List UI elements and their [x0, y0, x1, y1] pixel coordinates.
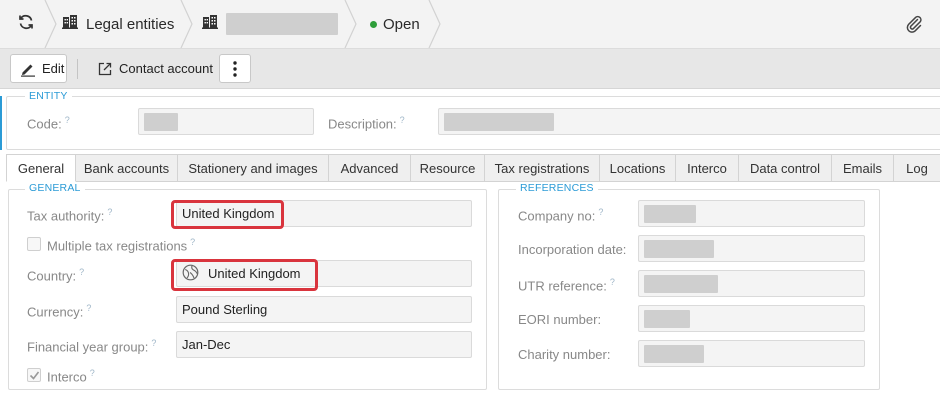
redacted-incorporation-date: [644, 239, 714, 258]
breadcrumb-legal-entities[interactable]: Legal entities: [62, 0, 174, 48]
utr-reference-label: UTR reference:?: [518, 277, 615, 294]
external-link-icon: [98, 62, 112, 75]
building-icon: [202, 15, 218, 33]
tab-tax-registrations[interactable]: Tax registrations: [485, 154, 600, 182]
charity-number-label: Charity number:: [518, 347, 611, 362]
redacted-company-no: [644, 204, 696, 223]
edit-label: Edit: [42, 61, 65, 76]
financial-year-group-value: Jan-Dec: [182, 337, 231, 352]
building-icon: [62, 15, 78, 33]
country-highlight: [171, 259, 318, 291]
description-field[interactable]: [438, 108, 940, 135]
toolbar-divider: [77, 59, 78, 79]
tab-general[interactable]: General: [6, 154, 76, 182]
redacted-entity-name: [226, 13, 338, 35]
general-legend: GENERAL: [25, 182, 85, 194]
currency-value: Pound Sterling: [182, 302, 268, 317]
refresh-icon: [17, 13, 35, 35]
description-label: Description:?: [328, 115, 405, 132]
tab-resource[interactable]: Resource: [411, 154, 485, 182]
tab-interco[interactable]: Interco: [676, 154, 739, 182]
paperclip-icon: [906, 15, 922, 33]
multiple-tax-registrations-checkbox[interactable]: [27, 237, 41, 251]
references-legend: REFERENCES: [516, 182, 598, 194]
breadcrumb-chevron: [344, 0, 357, 48]
tax-authority-highlight: [171, 200, 284, 229]
eori-number-label: EORI number:: [518, 312, 602, 327]
code-field[interactable]: [138, 108, 314, 135]
contact-account-button[interactable]: Contact account: [95, 54, 213, 83]
country-label: Country:?: [27, 267, 85, 284]
entity-accent-bar: [0, 96, 2, 150]
breadcrumb-legal-entities-label: Legal entities: [86, 15, 175, 33]
status-dot-icon: [370, 20, 377, 28]
edit-button[interactable]: Edit: [10, 54, 67, 83]
more-actions-button[interactable]: [219, 54, 251, 83]
breadcrumb: Legal entities Open: [0, 0, 940, 49]
refresh-button[interactable]: [14, 0, 38, 48]
breadcrumb-chevron: [428, 0, 441, 48]
redacted-charity-number: [644, 344, 704, 363]
eori-number-field[interactable]: [638, 305, 865, 332]
tab-bar: General Bank accounts Stationery and ima…: [6, 154, 940, 182]
contact-account-label: Contact account: [119, 61, 213, 76]
status-indicator: Open: [370, 0, 420, 48]
breadcrumb-entity[interactable]: [202, 0, 338, 48]
tab-locations[interactable]: Locations: [600, 154, 676, 182]
toolbar: Edit Contact account: [0, 49, 940, 89]
code-label: Code:?: [27, 115, 70, 132]
tab-log[interactable]: Log: [894, 154, 940, 182]
pencil-icon: [21, 64, 35, 77]
currency-field[interactable]: Pound Sterling: [176, 296, 472, 323]
currency-label: Currency:?: [27, 303, 92, 320]
incorporation-date-label: Incorporation date:: [518, 242, 627, 257]
financial-year-group-label: Financial year group:?: [27, 338, 157, 355]
redacted-code: [144, 112, 178, 131]
utr-reference-field[interactable]: [638, 270, 865, 297]
redacted-eori-number: [644, 309, 690, 328]
redacted-utr-reference: [644, 274, 718, 293]
interco-label: Interco?: [47, 368, 95, 385]
tab-data-control[interactable]: Data control: [739, 154, 832, 182]
attachment-button[interactable]: [904, 14, 924, 34]
status-label: Open: [383, 15, 420, 33]
breadcrumb-chevron: [44, 0, 57, 48]
charity-number-field[interactable]: [638, 340, 865, 367]
tab-advanced[interactable]: Advanced: [329, 154, 411, 182]
company-no-field[interactable]: [638, 200, 865, 227]
tab-bank-accounts[interactable]: Bank accounts: [76, 154, 178, 182]
tab-emails[interactable]: Emails: [832, 154, 894, 182]
entity-legend: ENTITY: [25, 90, 72, 102]
checkmark-icon: [29, 371, 39, 380]
multiple-tax-registrations-label: Multiple tax registrations?: [47, 237, 196, 254]
redacted-description: [444, 112, 554, 131]
incorporation-date-field[interactable]: [638, 235, 865, 262]
financial-year-group-field[interactable]: Jan-Dec: [176, 331, 472, 358]
interco-checkbox[interactable]: [27, 368, 41, 382]
vertical-dots-icon: [233, 60, 237, 77]
breadcrumb-chevron: [180, 0, 193, 48]
tax-authority-label: Tax authority:?: [27, 207, 113, 224]
tab-stationery-and-images[interactable]: Stationery and images: [178, 154, 329, 182]
company-no-label: Company no:?: [518, 207, 604, 224]
